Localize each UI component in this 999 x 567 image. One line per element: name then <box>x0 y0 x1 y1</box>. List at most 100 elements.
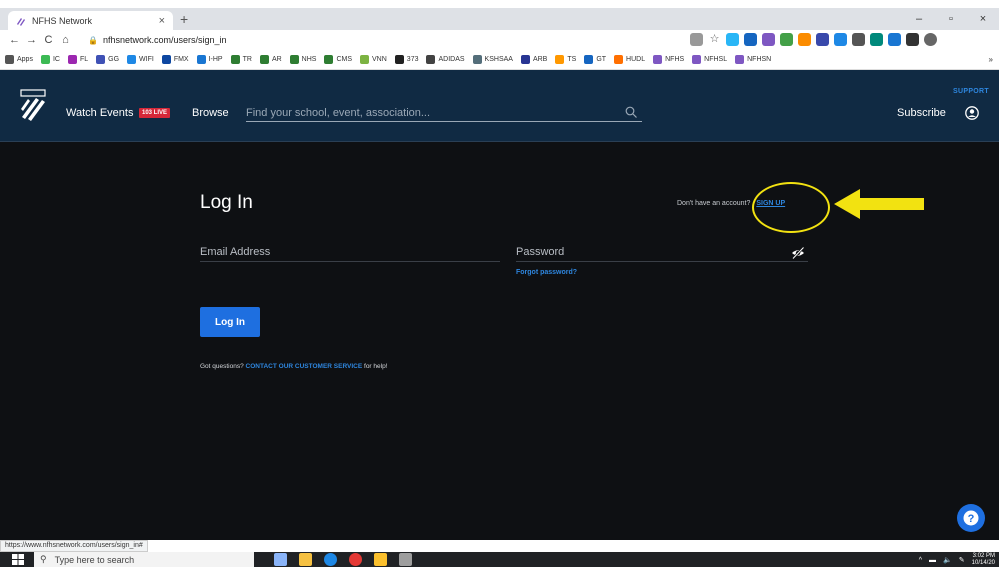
extension-icon[interactable] <box>870 33 883 46</box>
bookmark-nfhs[interactable]: NFHS <box>653 55 684 64</box>
bookmark-cms[interactable]: CMS <box>324 55 352 64</box>
bookmark-hudl[interactable]: HUDL <box>614 55 645 64</box>
address-bar[interactable]: 🔒 nfhsnetwork.com/users/sign_in <box>88 32 683 48</box>
bookmark-nhs[interactable]: NHS <box>289 55 316 64</box>
windows-taskbar: ⚲ Type here to search ^ ▬ 🔈 ✎ 3:02 PM 10… <box>0 552 999 567</box>
close-window-button[interactable]: × <box>967 8 999 30</box>
minimize-button[interactable]: – <box>903 8 935 30</box>
bookmark-label: HUDL <box>626 56 646 63</box>
extension-icon[interactable] <box>816 33 829 46</box>
bookmark-wifi[interactable]: WIFI <box>127 55 154 64</box>
browse-link[interactable]: Browse <box>192 107 229 119</box>
star-icon[interactable]: ☆ <box>708 33 721 46</box>
watch-events-link[interactable]: Watch Events <box>66 107 133 119</box>
contact-customer-service-link[interactable]: CONTACT OUR CUSTOMER SERVICE <box>246 363 363 370</box>
extension-icon[interactable] <box>834 33 847 46</box>
account-icon[interactable] <box>965 106 979 120</box>
bookmark-favicon-icon <box>614 55 624 64</box>
bookmark-label: FMX <box>173 56 189 63</box>
clock[interactable]: 3:02 PM 10/14/20 <box>972 553 995 567</box>
bookmark-tr[interactable]: TR <box>230 55 252 64</box>
restore-button[interactable]: ▫ <box>935 8 967 30</box>
extension-icon[interactable] <box>744 33 757 46</box>
hide-password-eye-icon[interactable] <box>791 246 805 260</box>
search-icon[interactable] <box>625 106 637 118</box>
battery-icon[interactable]: ▬ <box>929 557 936 564</box>
bookmark-favicon-icon <box>230 55 240 64</box>
document-title-strip <box>0 0 999 8</box>
bookmark-label: TS <box>567 56 577 63</box>
nfhs-logo-icon[interactable] <box>20 89 46 121</box>
back-icon[interactable]: ← <box>6 34 23 46</box>
browser-tab[interactable]: NFHS Network × <box>8 11 173 30</box>
bookmark-label: NFHS <box>665 56 685 63</box>
bookmark-gt[interactable]: GT <box>584 55 606 64</box>
taskbar-search-input[interactable]: ⚲ Type here to search <box>34 552 254 567</box>
bookmark-favicon-icon <box>289 55 299 64</box>
new-tab-button[interactable]: + <box>180 12 188 26</box>
bookmark-apps[interactable]: Apps <box>5 55 33 64</box>
home-icon[interactable]: ⌂ <box>57 34 74 46</box>
bookmark-favicon-icon <box>520 55 530 64</box>
key-icon[interactable] <box>690 33 703 46</box>
bookmark-favicon-icon <box>40 55 50 64</box>
extension-icon[interactable] <box>852 33 865 46</box>
pen-icon[interactable]: ✎ <box>959 556 965 564</box>
bookmark-adidas[interactable]: ADIDAS <box>426 55 465 64</box>
edge-browser-icon[interactable] <box>324 553 337 566</box>
bookmark-fl[interactable]: FL <box>67 55 88 64</box>
chevron-up-icon[interactable]: ^ <box>919 557 922 564</box>
extension-icon[interactable] <box>888 33 901 46</box>
chrome-browser-icon[interactable] <box>349 553 362 566</box>
password-field[interactable] <box>516 242 808 262</box>
bookmark-label: WIFI <box>139 56 154 63</box>
bookmark-favicon-icon <box>96 55 106 64</box>
profile-avatar-icon[interactable] <box>924 33 937 46</box>
svg-text:?: ? <box>968 513 975 525</box>
forward-icon[interactable]: → <box>23 34 40 46</box>
questions-suffix: for help! <box>364 363 388 370</box>
login-button[interactable]: Log In <box>200 307 260 337</box>
volume-icon[interactable]: 🔈 <box>943 556 952 564</box>
search-icon: ⚲ <box>40 554 47 564</box>
sticky-notes-icon[interactable] <box>374 553 387 566</box>
support-link[interactable]: SUPPORT <box>953 88 989 95</box>
live-count-badge: 103 LIVE <box>139 108 171 118</box>
bookmark-nfhsn[interactable]: NFHSN <box>735 55 771 64</box>
bookmark-ar[interactable]: AR <box>259 55 282 64</box>
bookmark-ic[interactable]: IC <box>40 55 60 64</box>
bookmark-label: 373 <box>406 56 419 63</box>
bookmark-i-hp[interactable]: I-HP <box>196 55 223 64</box>
bookmark-favicon-icon <box>692 55 702 64</box>
extension-icons: ☆ <box>690 33 937 46</box>
bookmark-gg[interactable]: GG <box>96 55 119 64</box>
lock-icon: 🔒 <box>88 35 98 45</box>
file-explorer-icon[interactable] <box>299 553 312 566</box>
bookmark-kshsaa[interactable]: KSHSAA <box>472 55 513 64</box>
help-chat-button[interactable]: ? <box>957 504 985 532</box>
bookmark-arb[interactable]: ARB <box>520 55 547 64</box>
subscribe-link[interactable]: Subscribe <box>897 107 946 119</box>
app-icon[interactable] <box>399 553 412 566</box>
reload-icon[interactable]: C <box>40 34 57 46</box>
puzzle-icon[interactable] <box>906 33 919 46</box>
close-tab-icon[interactable]: × <box>159 15 165 27</box>
windows-start-icon[interactable] <box>12 554 24 565</box>
extension-icon[interactable] <box>798 33 811 46</box>
bookmark-373[interactable]: 373 <box>394 55 419 64</box>
bookmark-fmx[interactable]: FMX <box>161 55 189 64</box>
bookmark-vnn[interactable]: VNN <box>360 55 387 64</box>
extension-icon[interactable] <box>726 33 739 46</box>
bookmark-favicon-icon <box>584 55 594 64</box>
search-input[interactable] <box>246 104 642 122</box>
bookmark-ts[interactable]: TS <box>555 55 576 64</box>
forgot-password-link[interactable]: Forgot password? <box>516 269 577 276</box>
bookmark-nfhsl[interactable]: NFHSL <box>692 55 727 64</box>
email-field[interactable] <box>200 242 500 262</box>
system-tray: ^ ▬ 🔈 ✎ 3:02 PM 10/14/20 <box>919 553 995 567</box>
extension-icon[interactable] <box>780 33 793 46</box>
extension-icon[interactable] <box>762 33 775 46</box>
bookmark-label: KSHSAA <box>484 56 513 63</box>
bookmarks-overflow-button[interactable]: » <box>989 55 993 64</box>
task-view-icon[interactable] <box>274 553 287 566</box>
